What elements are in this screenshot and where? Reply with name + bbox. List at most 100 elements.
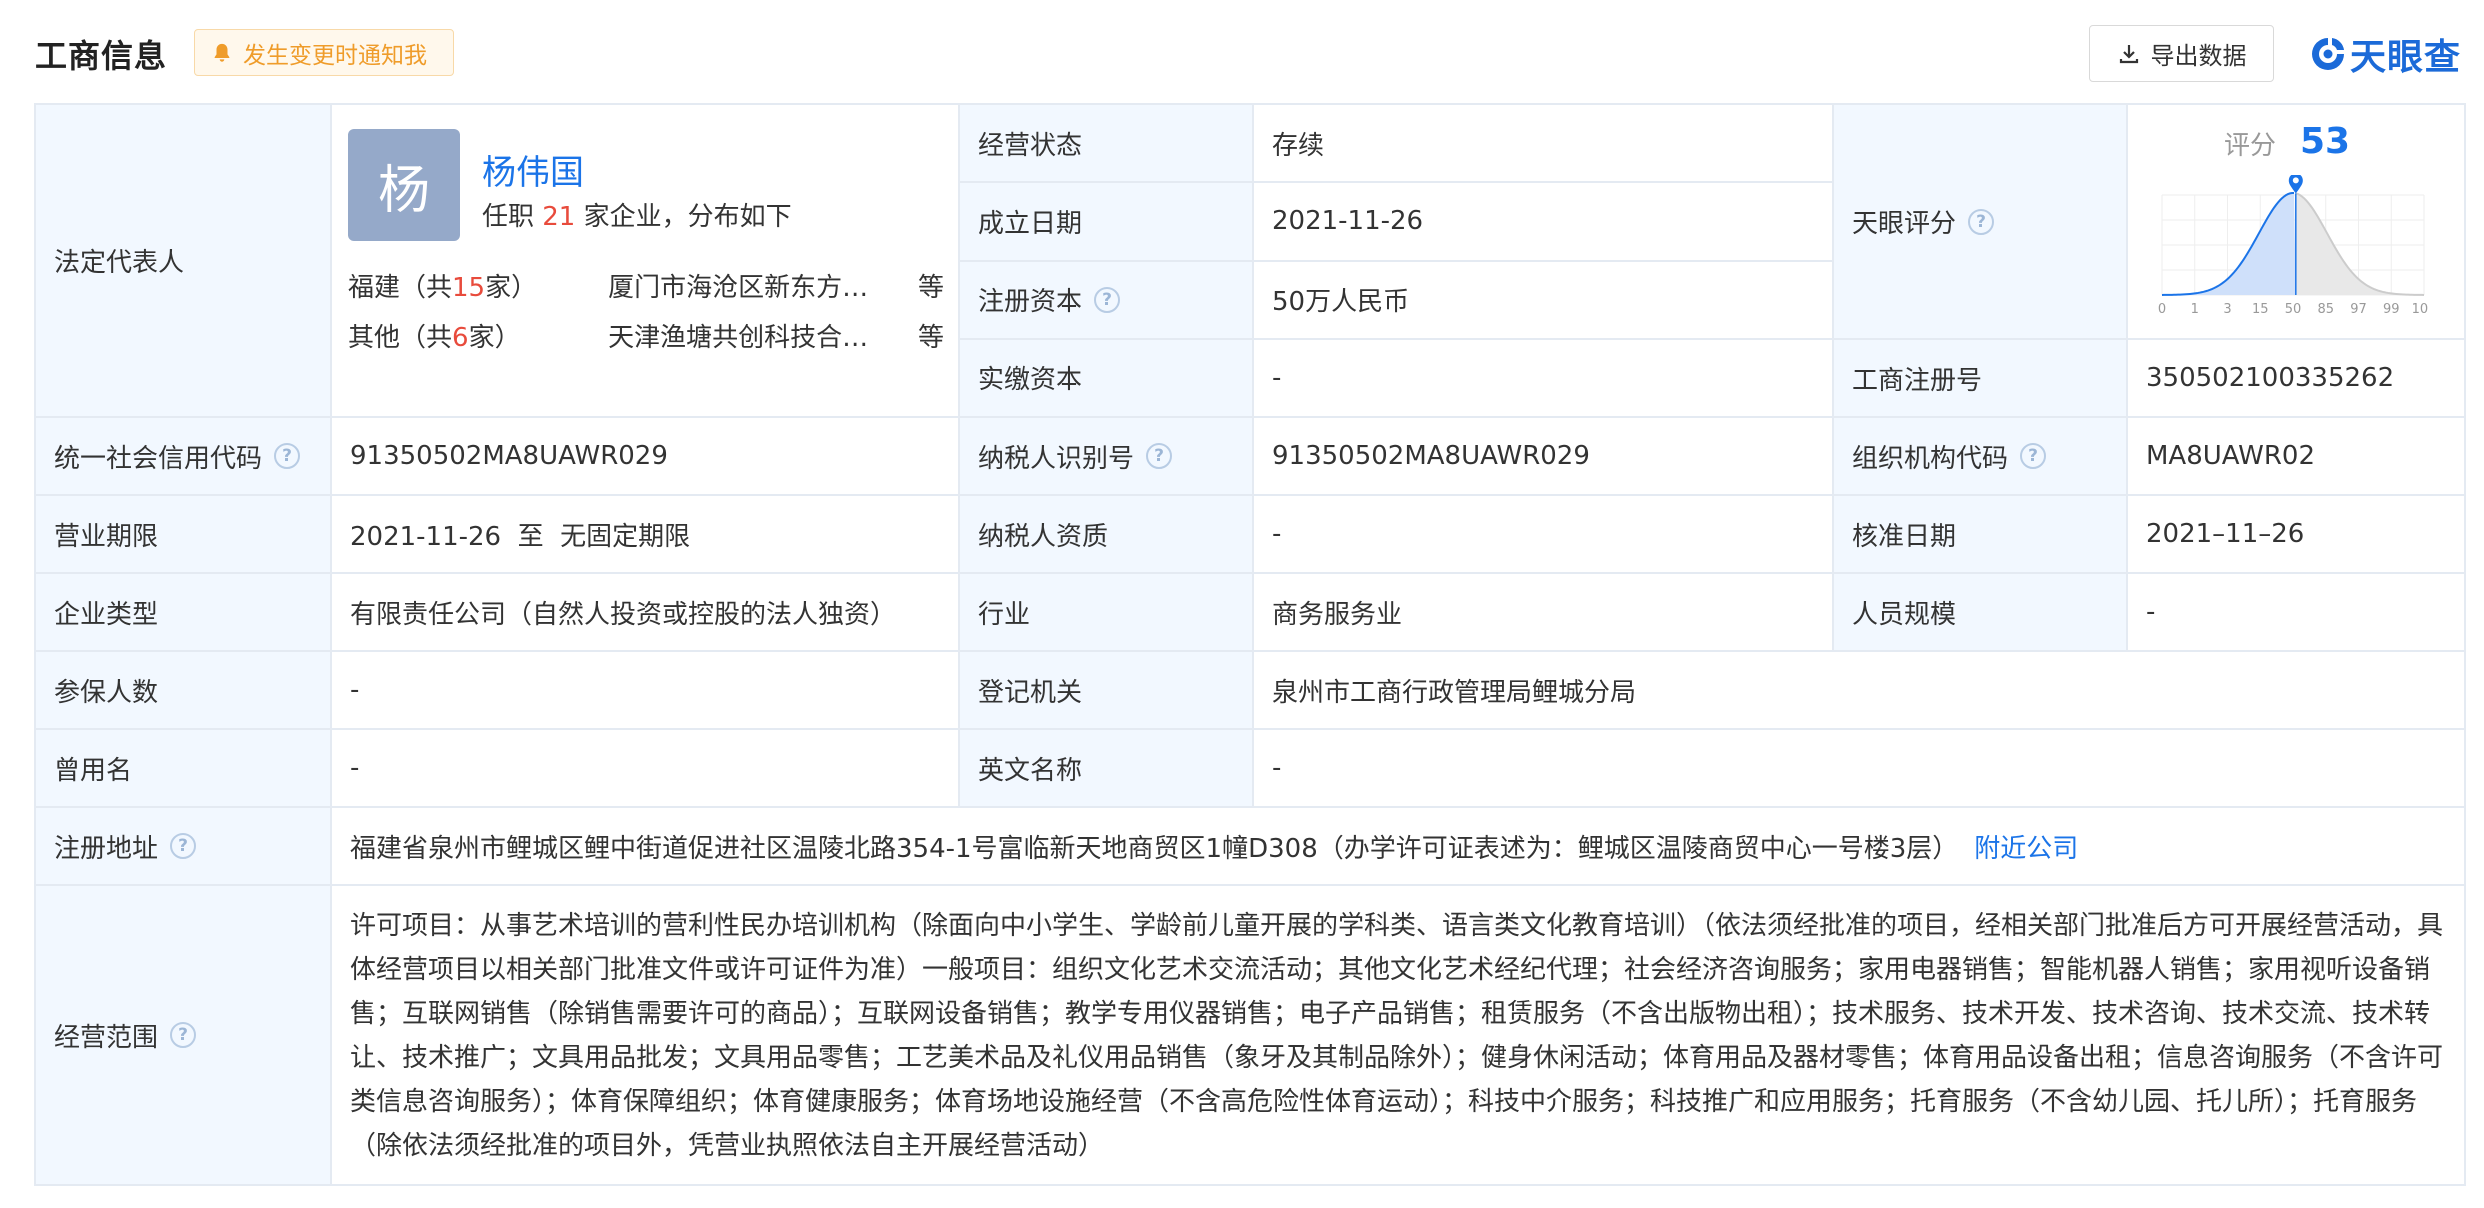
row-insured: 参保人数 - 登记机关 泉州市工商行政管理局鲤城分局 [36,652,2464,730]
tianyan-score-label: 天眼评分 [1852,209,1957,239]
avatar[interactable]: 杨 [348,129,460,241]
company-count: 21 [542,202,576,232]
tianyan-score-block: 天眼评分? 评分 53 0 1 3 15 50 85 97 99 100 [1834,105,2464,340]
scope-label-cell: 经营范围? [36,886,332,1184]
help-icon[interactable]: ? [274,443,301,469]
export-label: 导出数据 [2150,42,2247,70]
score-tick-label: 85 [2317,302,2334,317]
province-count: 15 [452,273,486,303]
score-tick-label: 1 [2191,302,2199,317]
legal-rep-summary: 任职 21 家企业，分布如下 [482,196,792,233]
score-chart[interactable]: 评分 53 0 1 3 15 50 85 97 99 100 [2128,105,2464,338]
approve-date-value: 2021–11–26 [2146,519,2305,549]
distribution-company[interactable]: 天津渔塘共创科技合… [608,317,906,354]
province-prefix: 福建（共 [348,273,453,303]
org-code-label-cell: 组织机构代码? [1834,418,2128,494]
address-value-cell: 福建省泉州市鲤城区鲤中街道促进社区温陵北路354-1号富临新天地商贸区1幢D30… [332,808,2464,884]
score-area-below [2162,193,2296,295]
address-label-cell: 注册地址? [36,808,332,884]
registered-capital-label: 注册资本 [978,287,1083,318]
distribution-province: 福建（共15家） [348,267,608,304]
distribution-row-fujian[interactable]: 福建（共15家） 厦门市海沧区新东方… 等 [348,267,944,304]
province-suffix: 家） [485,273,538,303]
taxpayer-qual-label: 纳税人资质 [960,496,1254,572]
distribution-company[interactable]: 厦门市海沧区新东方… [608,267,906,304]
help-icon[interactable]: ? [1094,286,1121,313]
registered-capital-label-cell: 注册资本? [960,261,1254,338]
industry-value: 商务服务业 [1254,574,1834,650]
nearby-companies-link[interactable]: 附近公司 [1974,828,2078,865]
staff-size-value: - [2146,597,2156,627]
logo-text: 天眼查 [2350,37,2462,78]
legal-rep-name-link[interactable]: 杨伟国 [482,145,584,194]
help-icon[interactable]: ? [1968,208,1995,235]
help-icon[interactable]: ? [170,1022,197,1048]
registration-number-label: 工商注册号 [1834,340,2128,416]
legal-rep-card: 杨 杨伟国 任职 21 家企业，分布如下 福建（共15家） 厦门市海沧区新东方…… [332,105,960,416]
insured-value: - [332,652,960,728]
english-name-value: - [1272,753,1282,783]
tianyan-score-label-cell: 天眼评分? [1834,105,2128,338]
row-company-type: 企业类型 有限责任公司（自然人投资或控股的法人独资） 行业 商务服务业 人员规模… [36,574,2464,652]
credit-code-label: 统一社会信用代码 [54,443,263,474]
legal-rep-label: 法定代表人 [36,105,332,416]
paid-capital-value: - [1272,362,1282,393]
score-value: 53 [2300,121,2351,162]
download-icon [2119,44,2138,63]
former-name-value: - [332,730,960,806]
summary-prefix: 任职 [482,202,543,232]
org-code-label: 组织机构代码 [1852,443,2009,474]
row-business-scope: 经营范围? 许可项目：从事艺术培训的营利性民办培训机构（除面向中小学生、学龄前儿… [36,886,2464,1184]
score-marker-dot [2292,177,2299,184]
row-registered-capital: 注册资本? 50万人民币 [960,261,1832,340]
status-column: 经营状态 存续 成立日期 2021-11-26 注册资本? 50万人民币 实缴资… [960,105,1834,416]
score-distribution-curve: 0 1 3 15 50 85 97 99 100 [2158,175,2428,317]
help-icon[interactable]: ? [170,833,197,859]
company-type-value: 有限责任公司（自然人投资或控股的法人独资） [332,574,960,650]
taxpayer-id-label: 纳税人识别号 [978,443,1135,474]
bell-icon [214,43,230,62]
established-date-label: 成立日期 [960,183,1254,260]
notify-change-button[interactable]: 发生变更时通知我 [194,29,454,76]
score-tick-label: 15 [2252,302,2269,317]
established-date-value: 2021-11-26 [1272,206,1424,237]
row-registered-address: 注册地址? 福建省泉州市鲤城区鲤中街道促进社区温陵北路354-1号富临新天地商贸… [36,808,2464,886]
header-bar: 工商信息 发生变更时通知我 导出数据 天眼查 [0,0,2484,104]
former-name-label: 曾用名 [36,730,332,806]
help-icon[interactable]: ? [2020,443,2047,469]
notify-label: 发生变更时通知我 [243,42,427,69]
operating-status-label: 经营状态 [960,105,1254,182]
distribution-row-other[interactable]: 其他（共6家） 天津渔塘共创科技合… 等 [348,317,944,354]
address-label: 注册地址 [54,833,159,864]
credit-code-label-cell: 统一社会信用代码? [36,418,332,494]
row-established-date: 成立日期 2021-11-26 [960,183,1832,262]
insured-label: 参保人数 [36,652,332,728]
tianyancha-logo[interactable]: 天眼查 [2308,26,2461,82]
score-tick-label: 97 [2350,302,2367,317]
export-data-button[interactable]: 导出数据 [2089,25,2274,82]
business-term-value: 2021-11-26 至 无固定期限 [332,496,960,572]
taxpayer-id-value: 91350502MA8UAWR029 [1254,418,1834,494]
help-icon[interactable]: ? [1146,443,1173,469]
row-business-term: 营业期限 2021-11-26 至 无固定期限 纳税人资质 - 核准日期 202… [36,496,2464,574]
org-code-value: MA8UAWR02 [2146,441,2316,471]
eye-logo-icon [2312,38,2344,70]
business-term-label: 营业期限 [36,496,332,572]
row-former-name: 曾用名 - 英文名称 - [36,730,2464,808]
row-credit-code: 统一社会信用代码? 91350502MA8UAWR029 纳税人识别号? 913… [36,418,2464,496]
score-tick-label: 0 [2158,302,2166,317]
score-tick-label: 50 [2285,302,2302,317]
score-title: 评分 [2224,131,2277,161]
approve-date-label: 核准日期 [1834,496,2128,572]
distribution-etc: 等 [917,323,944,353]
operating-status-value: 存续 [1272,130,1325,161]
address-value: 福建省泉州市鲤城区鲤中街道促进社区温陵北路354-1号富临新天地商贸区1幢D30… [350,833,1959,864]
scope-label: 经营范围 [54,1022,159,1053]
registered-capital-value: 50万人民币 [1272,287,1410,318]
credit-code-value: 91350502MA8UAWR029 [332,418,960,494]
distribution-province: 其他（共6家） [348,317,608,354]
province-suffix: 家） [468,323,521,353]
industry-label: 行业 [960,574,1254,650]
taxpayer-id-label-cell: 纳税人识别号? [960,418,1254,494]
registration-authority-label: 登记机关 [960,652,1254,728]
